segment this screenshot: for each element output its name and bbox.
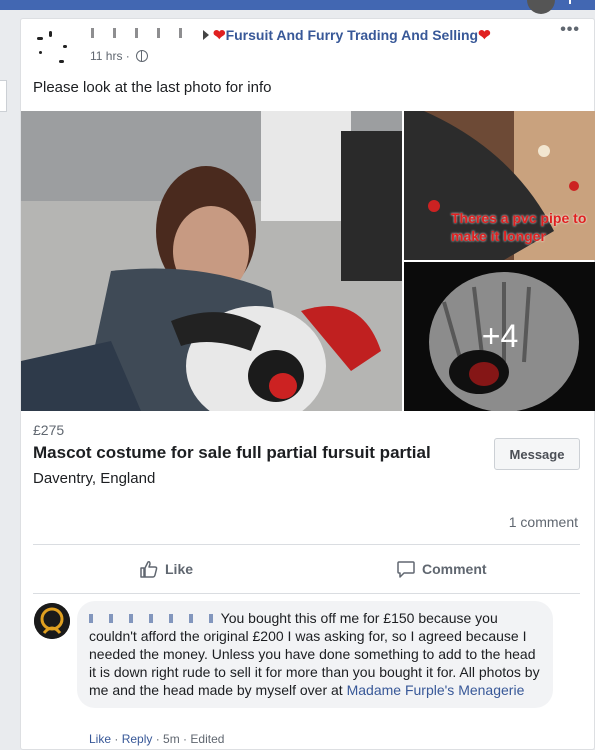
commenter-avatar[interactable] <box>34 603 70 639</box>
side-panel-edge <box>0 80 7 112</box>
author-name-redacted[interactable] <box>91 28 199 38</box>
photo-thumbnail[interactable]: Theres a pvc pipe to make it longer <box>404 111 595 260</box>
author-avatar[interactable] <box>33 27 75 67</box>
more-photos-count: +4 <box>404 262 595 411</box>
more-options-button[interactable]: ••• <box>560 21 580 39</box>
arrow-right-icon <box>203 30 209 40</box>
comment-count-link[interactable]: 1 comment <box>509 514 578 530</box>
comment-reply-link[interactable]: Reply <box>122 732 153 746</box>
message-button[interactable]: Message <box>494 438 580 470</box>
thumbs-up-icon <box>140 561 158 578</box>
post-meta: 11 hrs · <box>90 49 149 63</box>
comment-mention-link[interactable]: Madame Furple's Menagerie <box>347 682 525 698</box>
comment-timestamp[interactable]: 5m <box>163 732 180 746</box>
post-text: Please look at the last photo for info <box>33 79 272 96</box>
comment-bubble: You bought this off me for £150 because … <box>77 601 553 708</box>
divider <box>33 593 580 594</box>
top-nav-bar <box>0 0 595 14</box>
photo-thumbnail-more[interactable]: +4 <box>404 262 595 411</box>
comment-like-link[interactable]: Like <box>89 732 111 746</box>
commenter-name-redacted[interactable] <box>89 610 217 626</box>
listing-price: £275 <box>33 422 65 438</box>
comment-edited-label[interactable]: Edited <box>190 732 224 746</box>
post-timestamp[interactable]: 11 hrs <box>90 49 122 63</box>
photo-overlay-text: Theres a pvc pipe to make it longer <box>451 210 587 244</box>
globe-icon <box>136 50 149 62</box>
heart-icon: ❤ <box>478 27 491 44</box>
main-photo[interactable] <box>21 111 402 411</box>
listing-location: Daventry, England <box>33 470 156 487</box>
comment-label: Comment <box>422 561 487 577</box>
comment-button[interactable]: Comment <box>396 559 487 579</box>
comment-actions: Like · Reply · 5m · Edited <box>89 732 225 746</box>
post-header-title: ❤Fursuit And Furry Trading And Selling❤ <box>91 26 491 44</box>
profile-avatar[interactable] <box>527 0 555 14</box>
group-name-link[interactable]: Fursuit And Furry Trading And Selling <box>226 27 479 43</box>
divider <box>33 544 580 545</box>
marketplace-post-card: ❤Fursuit And Furry Trading And Selling❤ … <box>20 18 595 750</box>
nav-icon[interactable] <box>569 0 577 4</box>
heart-icon: ❤ <box>213 27 226 44</box>
like-label: Like <box>165 561 194 577</box>
like-button[interactable]: Like <box>139 559 193 579</box>
listing-title[interactable]: Mascot costume for sale full partial fur… <box>33 443 431 463</box>
main-photo-image <box>21 111 402 411</box>
comment-icon <box>397 561 415 578</box>
avatar-image <box>34 603 70 639</box>
